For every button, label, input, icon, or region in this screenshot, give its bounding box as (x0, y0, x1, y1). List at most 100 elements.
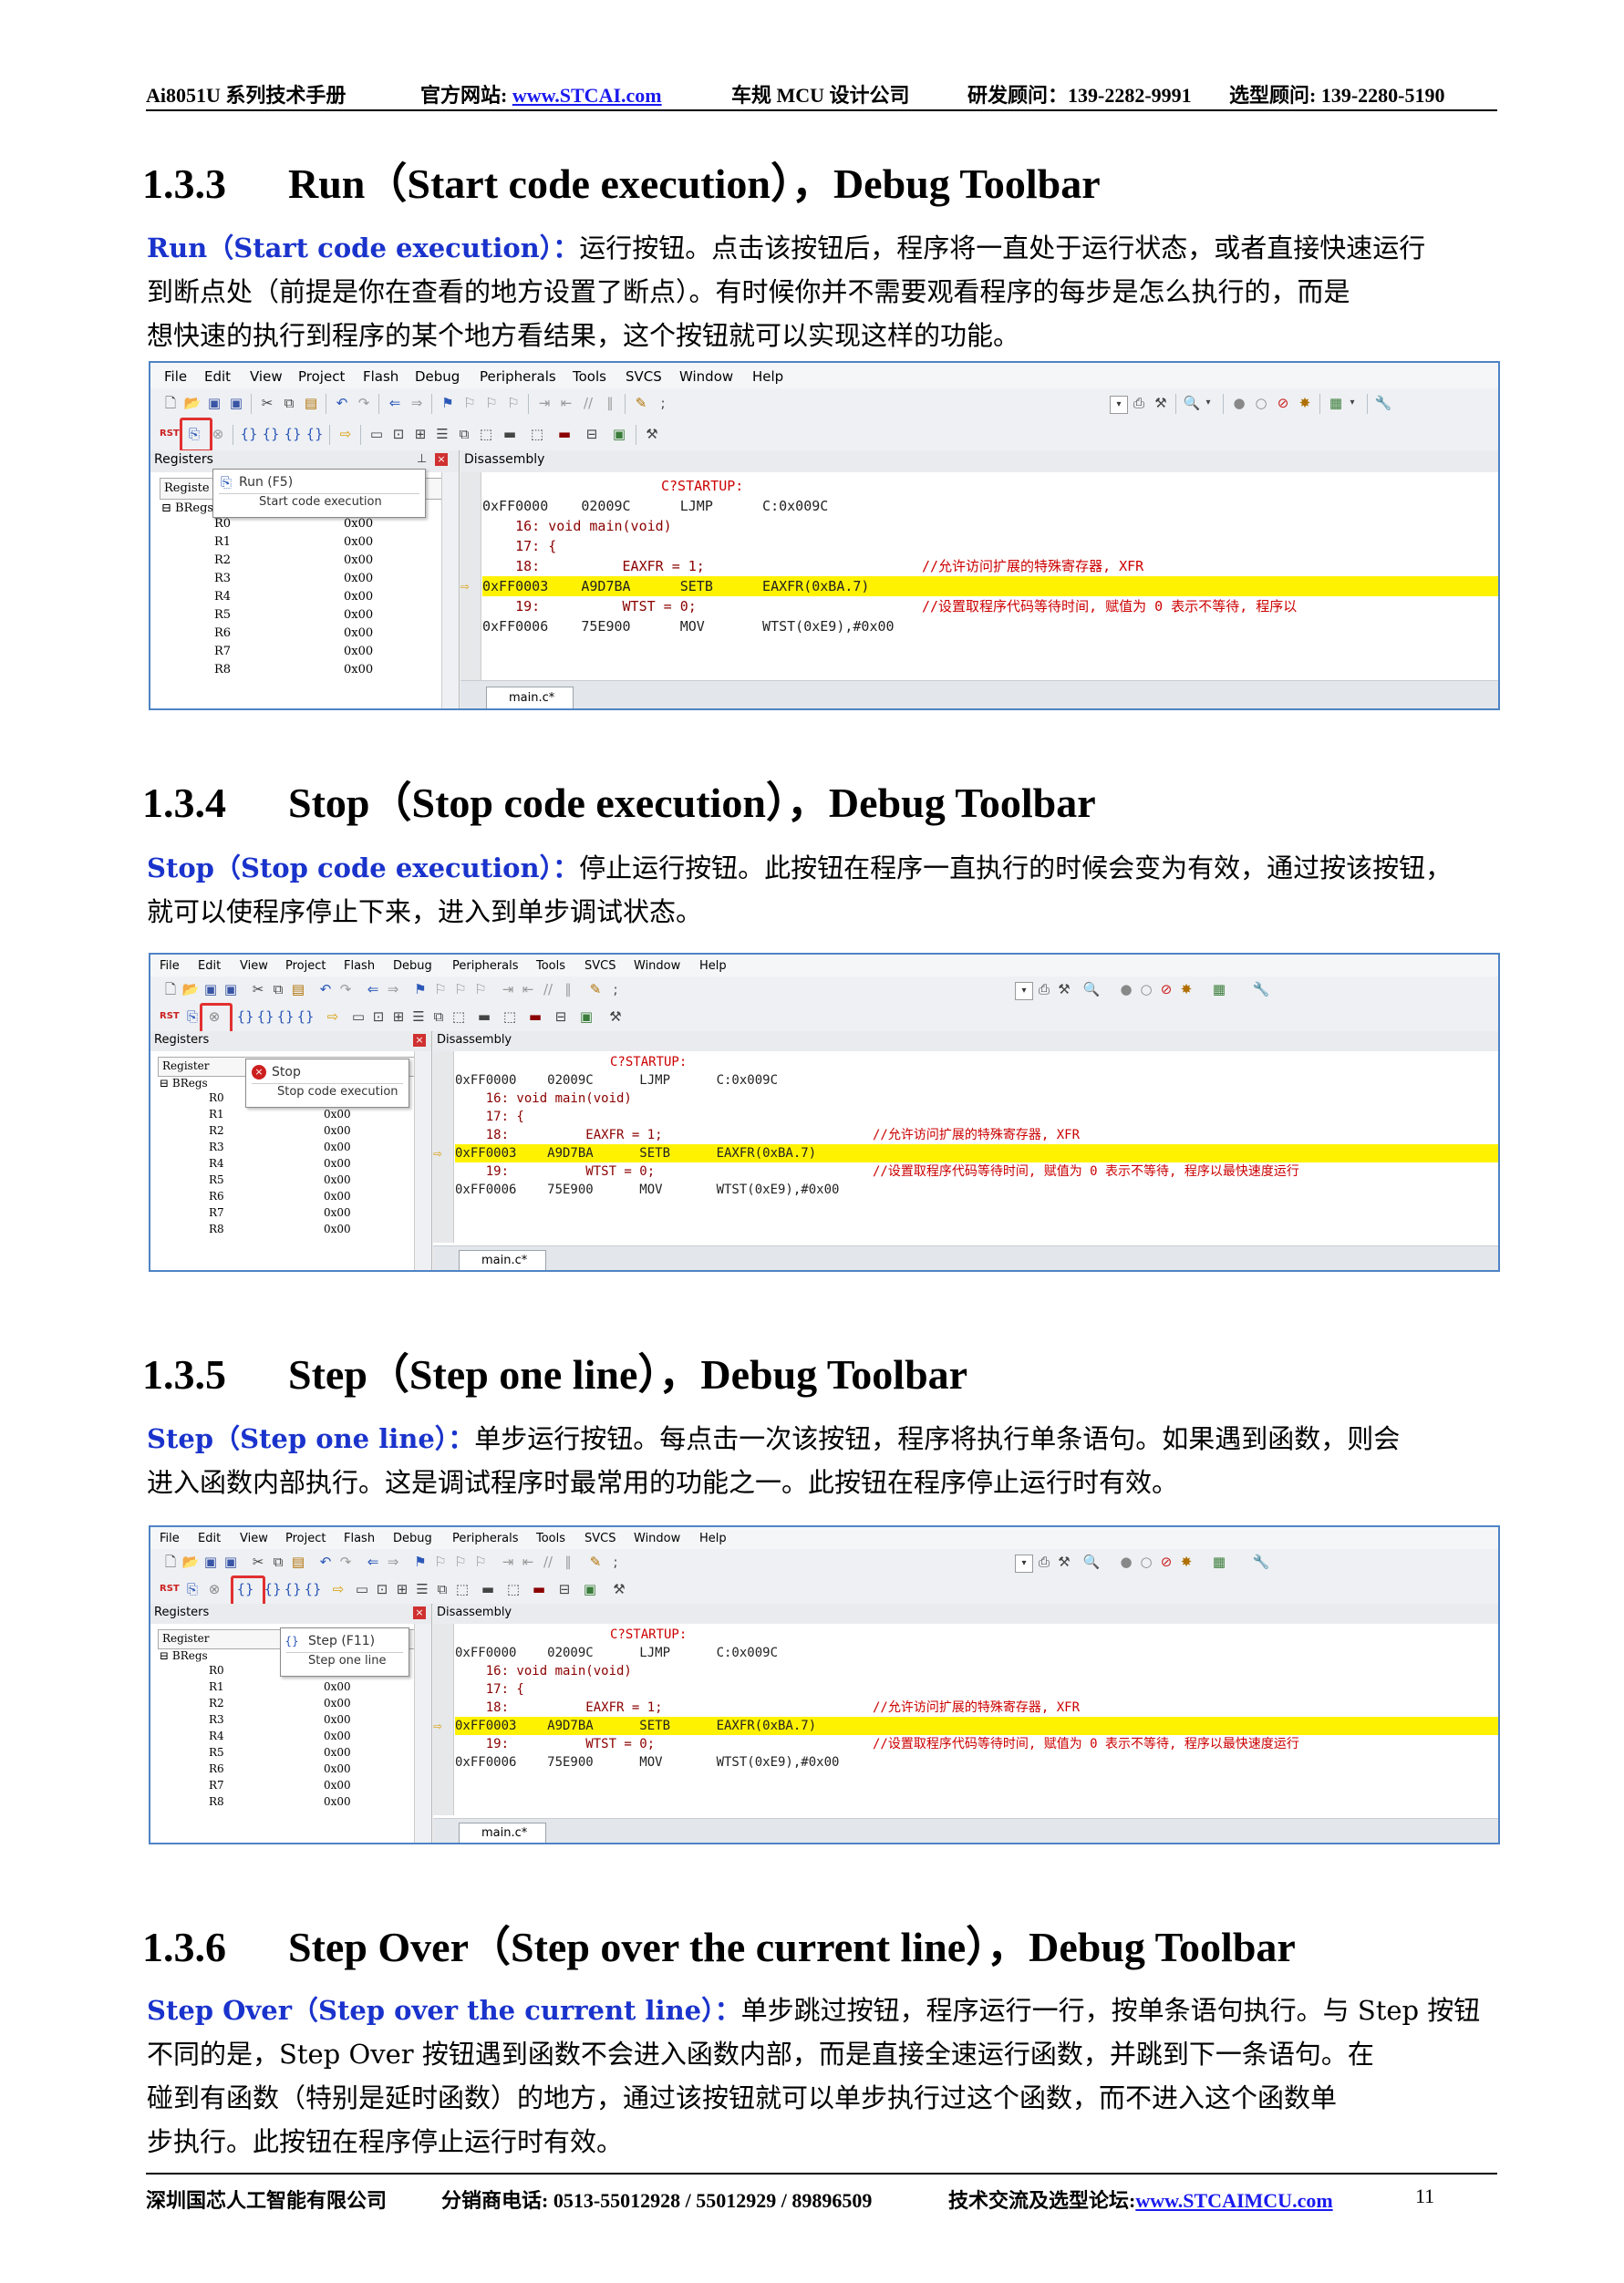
bookmark-prev-icon[interactable]: ⚐ (431, 1553, 450, 1571)
menu-svcs[interactable]: SVCS (584, 1532, 615, 1545)
bookmark-clear-icon[interactable]: ⚐ (471, 1553, 490, 1571)
serial-window-icon[interactable]: ⬚ (501, 1007, 519, 1026)
paste-icon[interactable]: ▤ (302, 394, 320, 412)
menu-view[interactable]: View (240, 959, 268, 973)
bregs-group[interactable]: ⊟ BRegs (160, 1649, 208, 1662)
breakpoint-icon[interactable]: ● (1117, 1553, 1135, 1571)
bookmark-prev-icon[interactable]: ⚐ (460, 394, 479, 412)
step-out-icon[interactable]: {} (276, 1007, 295, 1026)
unindent-icon[interactable]: ⇤ (519, 980, 537, 998)
call-stack-window-icon[interactable]: ⧉ (429, 1007, 448, 1026)
analysis-window-icon[interactable]: ▬ (526, 1007, 544, 1026)
toolbar-more-icon[interactable]: ; (606, 980, 625, 998)
reset-icon[interactable]: RST (160, 425, 180, 443)
pin-icon[interactable]: ⊥ (417, 452, 427, 466)
indent-icon[interactable]: ⇥ (499, 980, 517, 998)
nav-back-icon[interactable]: ⇐ (364, 980, 382, 998)
menu-help[interactable]: Help (752, 368, 783, 385)
find-in-files-icon[interactable]: ✎ (586, 980, 605, 998)
analysis-window-icon[interactable]: ▬ (555, 425, 574, 443)
cut-icon[interactable]: ✂ (258, 394, 276, 412)
incremental-find-icon[interactable]: ⎙ (1035, 1553, 1053, 1571)
memory-window-icon[interactable]: ▬ (475, 1007, 493, 1026)
menu-file[interactable]: File (160, 1532, 180, 1545)
menu-tools[interactable]: Tools (536, 1532, 565, 1545)
tab-main-c[interactable]: main.c* (459, 1250, 546, 1270)
step-icon[interactable]: {} (236, 1007, 254, 1026)
run-to-cursor-icon[interactable]: {} (296, 1007, 315, 1026)
unindent-icon[interactable]: ⇤ (557, 394, 575, 412)
menu-peripherals[interactable]: Peripherals (452, 1532, 519, 1545)
bookmark-icon[interactable]: ⚑ (411, 1553, 429, 1571)
breakpoint-kill-icon[interactable]: ⊘ (1157, 1553, 1175, 1571)
toolbar-more-icon[interactable]: ; (606, 1553, 625, 1571)
nav-back-icon[interactable]: ⇐ (364, 1553, 382, 1571)
registers-window-icon[interactable]: ☰ (413, 1580, 431, 1598)
watch-window-icon[interactable]: ⬚ (477, 425, 495, 443)
disassembly-window-icon[interactable]: ⊡ (373, 1580, 391, 1598)
menu-debug[interactable]: Debug (393, 959, 432, 973)
menu-edit[interactable]: Edit (198, 1532, 221, 1545)
memory-window-icon[interactable]: ▬ (479, 1580, 497, 1598)
menu-view[interactable]: View (250, 368, 283, 385)
new-file-icon[interactable]: 🗋 (161, 1553, 180, 1571)
undo-icon[interactable]: ↶ (333, 394, 351, 412)
breakpoint-clear-icon[interactable]: ✸ (1177, 1553, 1195, 1571)
stop-icon[interactable]: ⊗ (209, 425, 227, 443)
cut-icon[interactable]: ✂ (249, 980, 267, 998)
symbols-window-icon[interactable]: ⊞ (411, 425, 429, 443)
reset-icon[interactable]: RST (160, 1580, 180, 1598)
configure-icon[interactable]: 🔧 (1252, 980, 1270, 998)
registers-scrollbar[interactable] (414, 1624, 431, 1843)
paste-icon[interactable]: ▤ (289, 980, 307, 998)
command-window-icon[interactable]: ▭ (353, 1580, 371, 1598)
serial-window-icon[interactable]: ⬚ (504, 1580, 522, 1598)
menu-tools[interactable]: Tools (536, 959, 565, 973)
menu-peripherals[interactable]: Peripherals (480, 368, 556, 385)
stop-icon[interactable]: ⊗ (205, 1580, 223, 1598)
copy-icon[interactable]: ⧉ (280, 394, 298, 412)
uncomment-icon[interactable]: ∥ (559, 1553, 577, 1571)
incremental-find-icon[interactable]: ⎙ (1035, 980, 1053, 998)
bookmark-clear-icon[interactable]: ⚐ (504, 394, 522, 412)
menu-window[interactable]: Window (634, 959, 680, 973)
copy-icon[interactable]: ⧉ (269, 1553, 287, 1571)
uncomment-icon[interactable]: ∥ (559, 980, 577, 998)
breakpoint-clear-icon[interactable]: ✸ (1177, 980, 1195, 998)
toolbox-icon[interactable]: ⚒ (643, 425, 661, 443)
menu-window[interactable]: Window (679, 368, 733, 385)
disassembly-window-icon[interactable]: ⊡ (389, 425, 408, 443)
show-next-statement-icon[interactable]: ⇨ (336, 425, 355, 443)
watch-window-icon[interactable]: ⬚ (450, 1007, 468, 1026)
tab-main-c[interactable]: main.c* (486, 687, 574, 708)
nav-forward-icon[interactable]: ⇒ (408, 394, 426, 412)
comment-icon[interactable]: // (539, 980, 557, 998)
trace-window-icon[interactable]: ⊟ (583, 425, 601, 443)
system-viewer-icon[interactable]: ▣ (577, 1007, 595, 1026)
indent-icon[interactable]: ⇥ (535, 394, 553, 412)
cut-icon[interactable]: ✂ (249, 1553, 267, 1571)
trace-window-icon[interactable]: ⊟ (552, 1007, 570, 1026)
start-debug-icon[interactable]: 🔍 (1082, 1553, 1101, 1571)
find-combo-dropdown[interactable]: ▾ (1015, 982, 1033, 1000)
show-next-statement-icon[interactable]: ⇨ (329, 1580, 347, 1598)
open-folder-icon[interactable]: 📂 (183, 394, 202, 412)
find-combo-dropdown[interactable]: ▾ (1015, 1555, 1033, 1573)
symbols-window-icon[interactable]: ⊞ (389, 1007, 408, 1026)
close-icon[interactable]: × (413, 1034, 426, 1047)
new-file-icon[interactable]: 🗋 (161, 394, 180, 412)
registers-window-icon[interactable]: ☰ (409, 1007, 428, 1026)
undo-icon[interactable]: ↶ (316, 1553, 335, 1571)
step-over-icon[interactable]: {} (262, 425, 280, 443)
find-in-files-icon[interactable]: ✎ (632, 394, 650, 412)
menu-tools[interactable]: Tools (573, 368, 606, 385)
menu-project[interactable]: Project (285, 1532, 326, 1545)
paste-icon[interactable]: ▤ (289, 1553, 307, 1571)
new-file-icon[interactable]: 🗋 (161, 980, 180, 998)
call-stack-window-icon[interactable]: ⧉ (433, 1580, 451, 1598)
run-to-cursor-icon[interactable]: {} (304, 1580, 322, 1598)
menu-flash[interactable]: Flash (363, 368, 398, 385)
configure-icon[interactable]: 🔧 (1374, 394, 1392, 412)
configure-icon[interactable]: 🔧 (1252, 1553, 1270, 1571)
breakpoint-kill-icon[interactable]: ⊘ (1157, 980, 1175, 998)
